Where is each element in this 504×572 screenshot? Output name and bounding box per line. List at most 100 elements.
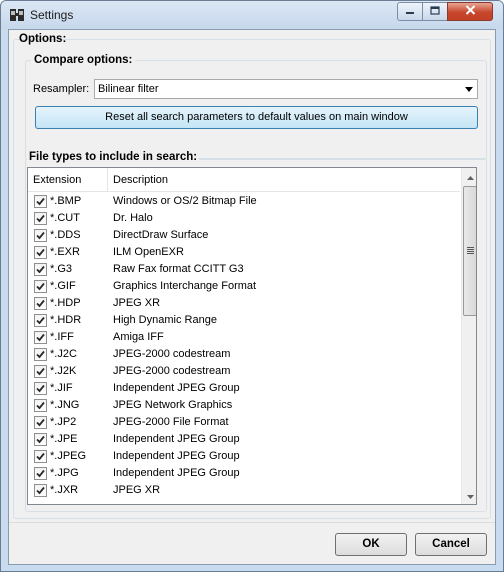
resampler-select[interactable]: Bilinear filter — [94, 79, 478, 99]
check-icon — [36, 265, 45, 274]
column-header-description[interactable]: Description — [108, 168, 460, 192]
check-icon — [36, 418, 45, 427]
chevron-down-icon — [465, 87, 473, 92]
file-type-row[interactable]: *.JXR JPEG XR — [28, 482, 460, 499]
thumb-grip-line — [467, 247, 474, 248]
check-icon — [36, 214, 45, 223]
file-description: JPEG-2000 codestream — [113, 348, 231, 360]
file-description: Raw Fax format CCITT G3 — [113, 263, 244, 275]
file-type-row[interactable]: *.HDR High Dynamic Range — [28, 312, 460, 329]
file-type-row[interactable]: *.JNG JPEG Network Graphics — [28, 397, 460, 414]
file-type-checkbox[interactable] — [34, 229, 47, 242]
file-type-row[interactable]: *.J2K JPEG-2000 codestream — [28, 363, 460, 380]
file-type-checkbox[interactable] — [34, 195, 47, 208]
file-type-row[interactable]: *.BMP Windows or OS/2 Bitmap File — [28, 193, 460, 210]
file-extension: *.HDP — [50, 297, 81, 309]
settings-client-area: Options: Compare options: Resampler: Bil… — [8, 29, 496, 565]
file-description: ILM OpenEXR — [113, 246, 184, 258]
file-type-checkbox[interactable] — [34, 433, 47, 446]
ok-button[interactable]: OK — [335, 533, 407, 556]
file-type-row[interactable]: *.DDS DirectDraw Surface — [28, 227, 460, 244]
file-description: Amiga IFF — [113, 331, 164, 343]
file-type-checkbox[interactable] — [34, 263, 47, 276]
scroll-down-button[interactable] — [462, 487, 476, 504]
file-type-checkbox[interactable] — [34, 212, 47, 225]
thumb-grip-line — [467, 249, 474, 250]
file-extension: *.J2K — [50, 365, 77, 377]
file-type-row[interactable]: *.JIF Independent JPEG Group — [28, 380, 460, 397]
check-icon — [36, 333, 45, 342]
check-icon — [36, 316, 45, 325]
file-type-checkbox[interactable] — [34, 280, 47, 293]
file-types-rows: *.BMP Windows or OS/2 Bitmap File *.CUT Dr.… — [28, 193, 460, 499]
reset-search-parameters-button[interactable]: Reset all search parameters to default v… — [35, 106, 478, 129]
file-type-row[interactable]: *.JP2 JPEG-2000 File Format — [28, 414, 460, 431]
footer-separator — [9, 522, 495, 523]
file-extension: *.JPE — [50, 433, 78, 445]
file-type-checkbox[interactable] — [34, 450, 47, 463]
file-extension: *.DDS — [50, 229, 81, 241]
vertical-scrollbar[interactable] — [461, 168, 476, 504]
settings-window: Settings Options: Compare options: Resam… — [0, 0, 504, 572]
scroll-up-button[interactable] — [462, 168, 476, 185]
file-type-checkbox[interactable] — [34, 467, 47, 480]
file-type-checkbox[interactable] — [34, 399, 47, 412]
file-types-title: File types to include in search: — [27, 151, 200, 163]
file-types-list[interactable]: Extension Description *.BMP Windows or OS… — [27, 167, 477, 505]
scrollbar-thumb[interactable] — [463, 186, 476, 316]
file-type-checkbox[interactable] — [34, 246, 47, 259]
file-type-row[interactable]: *.IFF Amiga IFF — [28, 329, 460, 346]
file-extension: *.CUT — [50, 212, 80, 224]
file-description: Independent JPEG Group — [113, 467, 240, 479]
compare-options-title: Compare options: — [31, 54, 136, 66]
check-icon — [36, 299, 45, 308]
file-description: High Dynamic Range — [113, 314, 217, 326]
file-description: JPEG-2000 codestream — [113, 365, 231, 377]
file-description: DirectDraw Surface — [113, 229, 209, 241]
check-icon — [36, 197, 45, 206]
file-type-checkbox[interactable] — [34, 365, 47, 378]
file-extension: *.G3 — [50, 263, 73, 275]
close-button[interactable] — [447, 2, 493, 21]
file-type-row[interactable]: *.EXR ILM OpenEXR — [28, 244, 460, 261]
file-type-checkbox[interactable] — [34, 416, 47, 429]
file-extension: *.HDR — [50, 314, 82, 326]
file-extension: *.GIF — [50, 280, 76, 292]
title-bar[interactable]: Settings — [1, 1, 503, 29]
file-type-checkbox[interactable] — [34, 297, 47, 310]
scroll-up-arrow-icon — [466, 171, 474, 183]
file-type-checkbox[interactable] — [34, 348, 47, 361]
minimize-button[interactable] — [397, 2, 423, 21]
file-type-row[interactable]: *.JPEG Independent JPEG Group — [28, 448, 460, 465]
list-header: Extension Description — [28, 168, 460, 192]
check-icon — [36, 401, 45, 410]
file-extension: *.J2C — [50, 348, 77, 360]
file-description: Independent JPEG Group — [113, 382, 240, 394]
file-type-row[interactable]: *.JPG Independent JPEG Group — [28, 465, 460, 482]
resampler-value: Bilinear filter — [98, 83, 159, 95]
file-extension: *.EXR — [50, 246, 80, 258]
check-icon — [36, 384, 45, 393]
check-icon — [36, 248, 45, 257]
file-type-checkbox[interactable] — [34, 331, 47, 344]
cancel-button[interactable]: Cancel — [415, 533, 487, 556]
file-type-row[interactable]: *.GIF Graphics Interchange Format — [28, 278, 460, 295]
check-icon — [36, 435, 45, 444]
column-header-extension[interactable]: Extension — [28, 168, 108, 192]
file-type-row[interactable]: *.HDP JPEG XR — [28, 295, 460, 312]
file-description: Independent JPEG Group — [113, 433, 240, 445]
maximize-button[interactable] — [422, 2, 448, 21]
file-type-row[interactable]: *.JPE Independent JPEG Group — [28, 431, 460, 448]
file-type-row[interactable]: *.G3 Raw Fax format CCITT G3 — [28, 261, 460, 278]
file-type-checkbox[interactable] — [34, 382, 47, 395]
file-description: Graphics Interchange Format — [113, 280, 257, 292]
file-type-row[interactable]: *.J2C JPEG-2000 codestream — [28, 346, 460, 363]
file-extension: *.JP2 — [50, 416, 77, 428]
close-icon — [465, 5, 476, 18]
file-type-checkbox[interactable] — [34, 314, 47, 327]
file-description: Windows or OS/2 Bitmap File — [113, 195, 257, 207]
file-type-checkbox[interactable] — [34, 484, 47, 497]
file-type-row[interactable]: *.CUT Dr. Halo — [28, 210, 460, 227]
file-extension: *.BMP — [50, 195, 82, 207]
check-icon — [36, 350, 45, 359]
